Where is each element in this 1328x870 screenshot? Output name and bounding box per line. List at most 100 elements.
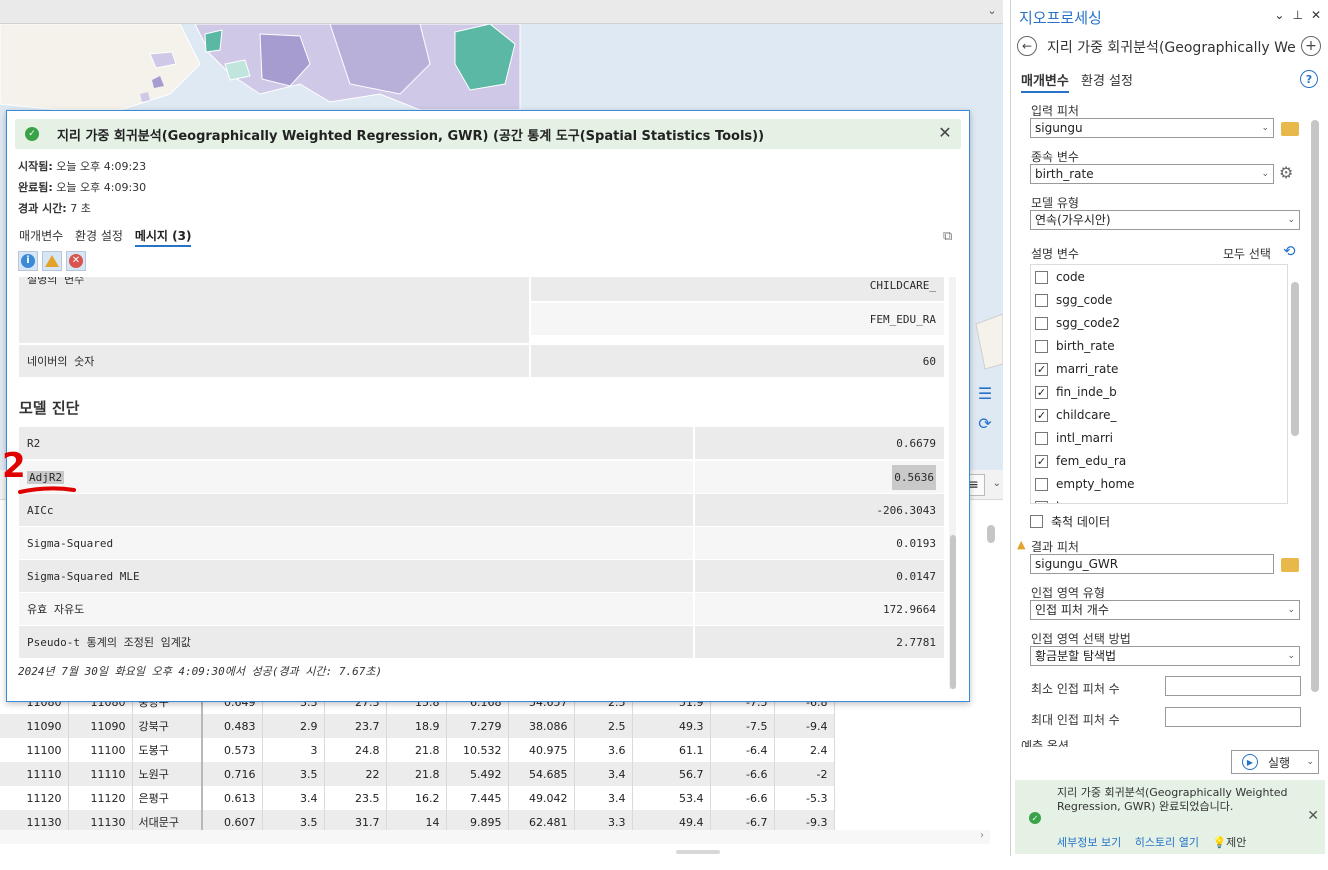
table-cell[interactable]: 3.4 bbox=[262, 786, 325, 810]
select-all-link[interactable]: 모두 선택 bbox=[1223, 245, 1271, 262]
chevron-down-icon[interactable]: ⌄ bbox=[1274, 8, 1284, 22]
help-icon[interactable]: ? bbox=[1300, 70, 1318, 88]
reset-icon[interactable]: ⟲ bbox=[1283, 242, 1296, 260]
table-cell[interactable]: 노원구 bbox=[132, 762, 203, 786]
table-cell[interactable]: 38.086 bbox=[508, 714, 575, 738]
table-cell[interactable]: 강북구 bbox=[132, 714, 203, 738]
error-filter-icon[interactable]: ✕ bbox=[66, 251, 86, 271]
checkbox[interactable] bbox=[1035, 270, 1048, 284]
table-cell[interactable]: 3.6 bbox=[574, 738, 633, 762]
table-cell[interactable]: -6.6 bbox=[710, 786, 775, 810]
table-cell[interactable]: 11100 bbox=[0, 738, 69, 762]
variable-item[interactable]: intl_marri bbox=[1035, 428, 1113, 448]
table-cell[interactable]: 0.613 bbox=[202, 786, 263, 810]
attribute-list-icon[interactable]: ☰ bbox=[972, 380, 998, 406]
table-cell[interactable]: 56.7 bbox=[632, 762, 711, 786]
max-neighbors-input[interactable] bbox=[1165, 707, 1301, 727]
table-cell[interactable]: -6.4 bbox=[710, 738, 775, 762]
folder-icon[interactable] bbox=[1281, 122, 1299, 136]
scale-data-checkbox-row[interactable]: 축척 데이터 bbox=[1030, 511, 1110, 531]
checkbox[interactable]: ✓ bbox=[1035, 385, 1048, 399]
table-cell[interactable]: 은평구 bbox=[132, 786, 203, 810]
tab-environments[interactable]: 환경 설정 bbox=[75, 229, 123, 243]
table-row[interactable]: 11100 11100 도봉구 0.573 3 24.8 21.8 10.532 40.975 3… bbox=[0, 738, 835, 762]
table-cell[interactable]: 3 bbox=[262, 738, 325, 762]
back-arrow-icon[interactable]: ← bbox=[1017, 36, 1037, 56]
table-cell[interactable]: 11110 bbox=[0, 762, 69, 786]
min-neighbors-input[interactable] bbox=[1165, 676, 1301, 696]
variable-item[interactable]: code bbox=[1035, 267, 1085, 287]
table-cell[interactable]: 49.3 bbox=[632, 714, 711, 738]
warning-filter-icon[interactable] bbox=[42, 251, 62, 271]
variable-item[interactable]: empty_home bbox=[1035, 474, 1135, 494]
checkbox[interactable]: ✓ bbox=[1035, 454, 1048, 468]
table-cell[interactable]: 18.9 bbox=[386, 714, 447, 738]
open-history-link[interactable]: 히스토리 열기 bbox=[1135, 836, 1199, 849]
checkbox[interactable] bbox=[1035, 500, 1048, 503]
table-cell[interactable]: 3.5 bbox=[262, 762, 325, 786]
add-icon[interactable]: + bbox=[1301, 36, 1321, 56]
table-cell[interactable]: -2 bbox=[774, 762, 835, 786]
table-cell[interactable]: 54.685 bbox=[508, 762, 575, 786]
table-cell[interactable]: 2.4 bbox=[774, 738, 835, 762]
resize-handle[interactable] bbox=[676, 850, 720, 854]
close-icon[interactable]: ✕ bbox=[1311, 8, 1321, 22]
input-feature-dropdown[interactable]: sigungu ⌄ bbox=[1030, 118, 1274, 138]
tab-messages[interactable]: 메시지 (3) bbox=[134, 229, 192, 247]
table-cell[interactable]: -5.3 bbox=[774, 786, 835, 810]
table-cell[interactable]: 23.5 bbox=[324, 786, 387, 810]
table-cell[interactable]: -6.6 bbox=[710, 762, 775, 786]
table-cell[interactable]: 0.716 bbox=[202, 762, 263, 786]
table-cell[interactable]: 61.1 bbox=[632, 738, 711, 762]
table-cell[interactable]: 11120 bbox=[0, 786, 69, 810]
variable-item[interactable]: ✓ fem_edu_ra bbox=[1035, 451, 1126, 471]
view-details-link[interactable]: 세부정보 보기 bbox=[1057, 836, 1121, 849]
table-row[interactable]: 11120 11120 은평구 0.613 3.4 23.5 16.2 7.445 49.042… bbox=[0, 786, 835, 810]
variable-item[interactable]: birth_rate bbox=[1035, 336, 1115, 356]
table-cell[interactable]: 21.8 bbox=[386, 738, 447, 762]
chevron-down-icon[interactable]: ⌄ bbox=[1306, 757, 1314, 767]
pin-icon[interactable]: ⊥ bbox=[1292, 8, 1302, 22]
table-cell[interactable]: 2.5 bbox=[574, 714, 633, 738]
table-cell[interactable]: 0.573 bbox=[202, 738, 263, 762]
close-icon[interactable]: ✕ bbox=[1307, 808, 1319, 824]
table-cell[interactable]: 0.483 bbox=[202, 714, 263, 738]
table-cell[interactable]: 5.492 bbox=[446, 762, 509, 786]
table-cell[interactable]: 3.4 bbox=[574, 786, 633, 810]
run-button[interactable]: ▶ 실행 ⌄ bbox=[1231, 750, 1319, 774]
table-row[interactable]: 11090 11090 강북구 0.483 2.9 23.7 18.9 7.279 38.086… bbox=[0, 714, 835, 738]
copy-icon[interactable]: ⧉ bbox=[943, 229, 959, 245]
variable-item[interactable]: ✓ childcare_ bbox=[1035, 405, 1117, 425]
chevron-down-icon[interactable]: ⌄ bbox=[993, 478, 1001, 489]
attribute-table-vertical-scrollbar[interactable] bbox=[984, 515, 998, 835]
checkbox[interactable] bbox=[1030, 514, 1043, 528]
gear-icon[interactable]: ⚙ bbox=[1279, 163, 1293, 182]
table-cell[interactable]: 11090 bbox=[68, 714, 133, 738]
pane-scrollbar[interactable] bbox=[1309, 96, 1321, 736]
table-cell[interactable]: 49.042 bbox=[508, 786, 575, 810]
close-icon[interactable]: ✕ bbox=[935, 123, 955, 143]
variable-list-scrollbar[interactable] bbox=[1289, 264, 1301, 504]
table-cell[interactable]: 2.9 bbox=[262, 714, 325, 738]
variable-item[interactable]: ✓ fin_inde_b bbox=[1035, 382, 1117, 402]
variable-item[interactable]: sgg_code bbox=[1035, 290, 1112, 310]
table-cell[interactable]: 21.8 bbox=[386, 762, 447, 786]
dependent-var-dropdown[interactable]: birth_rate ⌄ bbox=[1030, 164, 1274, 184]
neighborhood-type-dropdown[interactable]: 인접 피처 개수 ⌄ bbox=[1030, 600, 1300, 620]
table-cell[interactable]: -7.5 bbox=[710, 714, 775, 738]
info-filter-icon[interactable]: i bbox=[18, 251, 38, 271]
prediction-options-partial[interactable]: 예측 옵션 bbox=[1021, 739, 1069, 747]
model-type-dropdown[interactable]: 연속(가우시안) ⌄ bbox=[1030, 210, 1300, 230]
table-cell[interactable]: 11120 bbox=[68, 786, 133, 810]
checkbox[interactable] bbox=[1035, 316, 1048, 330]
table-cell[interactable]: 7.279 bbox=[446, 714, 509, 738]
table-row[interactable]: 11110 11110 노원구 0.716 3.5 22 21.8 5.492 54.685 3.… bbox=[0, 762, 835, 786]
output-feature-field[interactable]: sigungu_GWR bbox=[1030, 554, 1274, 574]
refresh-icon[interactable]: ⟳ bbox=[972, 410, 998, 436]
variable-item[interactable]: sgg_code2 bbox=[1035, 313, 1120, 333]
checkbox[interactable] bbox=[1035, 477, 1048, 491]
chevron-down-icon[interactable]: ⌄ bbox=[985, 4, 999, 18]
table-cell[interactable]: 22 bbox=[324, 762, 387, 786]
variable-item[interactable]: ✓ marri_rate bbox=[1035, 359, 1118, 379]
table-cell[interactable]: 11090 bbox=[0, 714, 69, 738]
